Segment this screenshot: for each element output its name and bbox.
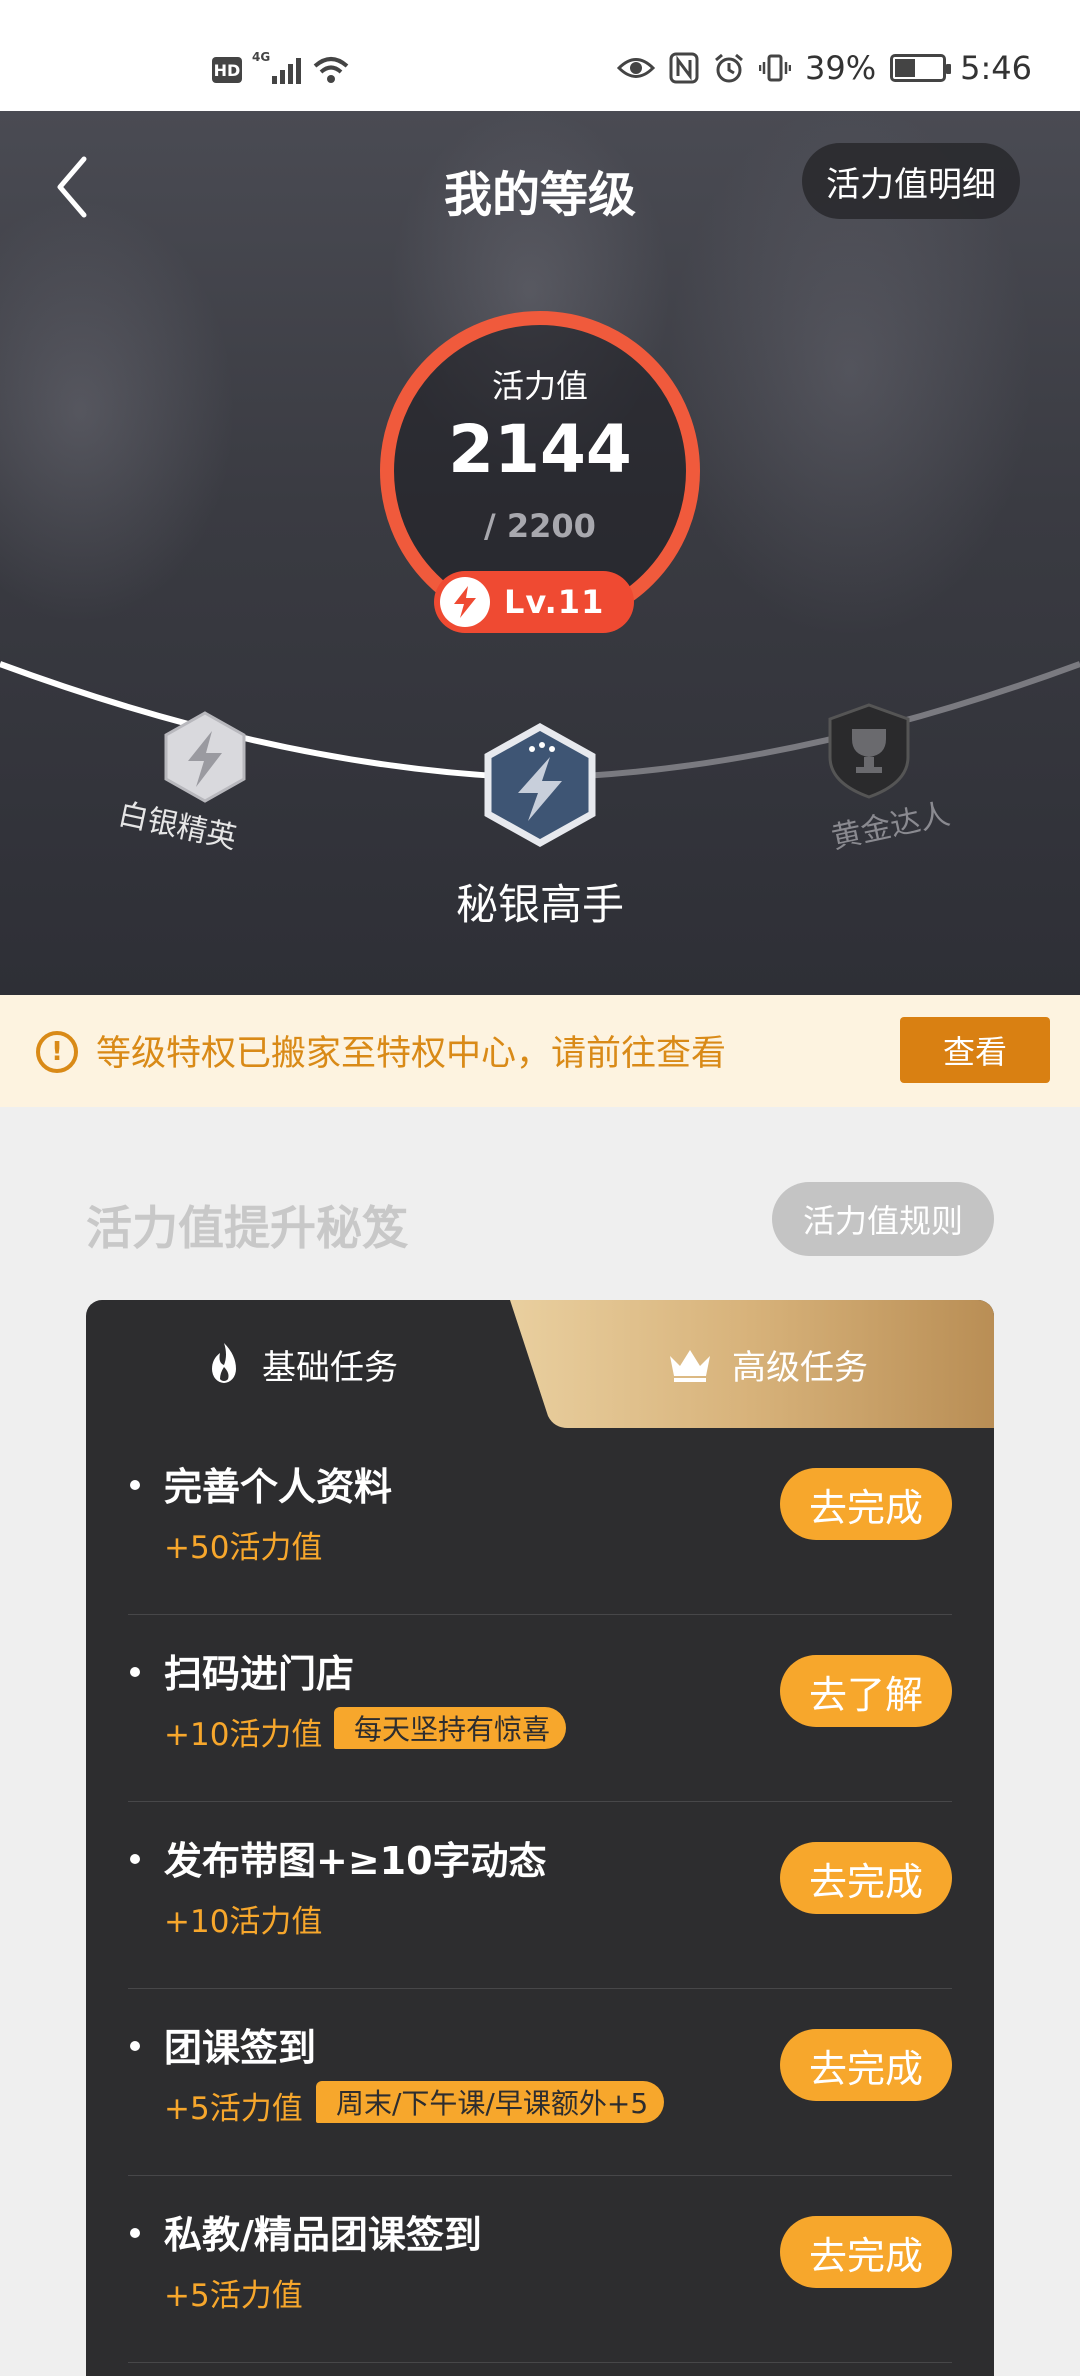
privilege-notice: ! 等级特权已搬家至特权中心，请前往查看 查看 <box>0 995 1080 1107</box>
task-title: 团课签到 <box>164 2026 317 2070</box>
tab-basic-tasks[interactable]: 基础任务 <box>204 1300 398 1428</box>
bullet <box>130 1667 140 1677</box>
cellular-signal-icon: 4G <box>252 50 301 84</box>
bullet <box>130 1854 140 1864</box>
bullet <box>130 2228 140 2238</box>
task-reward: +5活力值 <box>164 2091 303 2127</box>
task-reward: +10活力值 <box>164 1904 323 1940</box>
task-reward: +5活力值 <box>164 2278 303 2314</box>
vitality-detail-button[interactable]: 活力值明细 <box>802 143 1020 219</box>
task-panel: 基础任务 高级任务 完善个人资料 +50活力值 去完成 扫码进门店 +10活力值… <box>86 1300 994 2376</box>
clock: 5:46 <box>960 49 1032 87</box>
bullet <box>130 2041 140 2051</box>
task-list: 完善个人资料 +50活力值 去完成 扫码进门店 +10活力值 每天坚持有惊喜 去… <box>128 1428 952 2363</box>
bullet <box>130 1480 140 1490</box>
level-badge: Lv.11 <box>434 571 634 633</box>
task-bonus-tag: 每天坚持有惊喜 <box>334 1707 567 1749</box>
battery-level <box>895 59 915 77</box>
silver-elite-badge-icon <box>164 711 246 803</box>
view-button[interactable]: 查看 <box>900 1017 1050 1083</box>
vitality-value: 2144 <box>448 411 632 488</box>
tab-advanced-label: 高级任务 <box>732 1347 868 1388</box>
vitality-ring: 活力值 2144 / 2200 Lv.11 <box>380 311 700 633</box>
task-reward: +10活力值 <box>164 1717 323 1753</box>
warning-icon: ! <box>36 1031 78 1073</box>
battery-percent: 39% <box>805 49 877 87</box>
task-item: 扫码进门店 +10活力值 每天坚持有惊喜 去了解 <box>128 1615 952 1802</box>
task-title: 完善个人资料 <box>164 1465 393 1509</box>
task-action-button[interactable]: 去完成 <box>780 2029 952 2101</box>
nfc-icon <box>669 52 699 84</box>
vitality-label: 活力值 <box>491 367 588 405</box>
task-item: 完善个人资料 +50活力值 去完成 <box>128 1428 952 1615</box>
flame-icon <box>212 1343 236 1383</box>
crown-icon <box>670 1350 710 1382</box>
task-action-button[interactable]: 去了解 <box>780 1655 952 1727</box>
gold-master-badge-icon <box>828 703 910 799</box>
task-item: 发布带图+≥10字动态 +10活力值 去完成 <box>128 1802 952 1989</box>
battery-icon <box>890 54 952 82</box>
vitality-max: / 2200 <box>484 507 596 545</box>
status-left: HD 4G <box>212 50 351 90</box>
task-title: 扫码进门店 <box>164 1652 355 1696</box>
lightning-icon <box>440 577 490 627</box>
mithril-master-badge-icon <box>484 723 596 847</box>
vibrate-icon <box>759 54 792 82</box>
section-title: 活力值提升秘笈 <box>86 1201 408 1255</box>
alarm-icon <box>715 53 743 83</box>
eye-icon <box>617 58 656 78</box>
tab-advanced-tasks[interactable]: 高级任务 <box>666 1300 868 1428</box>
task-title: 私教/精品团课签到 <box>164 2213 482 2257</box>
level-text: Lv.11 <box>504 583 605 621</box>
task-item: 私教/精品团课签到 +5活力值 去完成 <box>128 2176 952 2363</box>
vitality-rules-button[interactable]: 活力值规则 <box>772 1182 994 1256</box>
hd-icon: HD <box>212 57 242 83</box>
level-hero: 我的等级 活力值明细 活力值 2144 / 2200 Lv.11 白银精英 秘银… <box>0 111 1080 995</box>
status-bar: HD 4G 39% 5:46 <box>0 0 1080 111</box>
task-bonus-tag: 周末/下午课/早课额外+5 <box>316 2081 665 2123</box>
level-name-current: 秘银高手 <box>455 880 624 929</box>
task-action-button[interactable]: 去完成 <box>780 1468 952 1540</box>
notice-text: 等级特权已搬家至特权中心，请前往查看 <box>96 1034 727 1074</box>
task-action-button[interactable]: 去完成 <box>780 2216 952 2288</box>
task-reward: +50活力值 <box>164 1530 323 1566</box>
network-type: 4G <box>252 50 271 64</box>
task-action-button[interactable]: 去完成 <box>780 1842 952 1914</box>
status-right: 39% 5:46 <box>617 48 1032 88</box>
tab-basic-label: 基础任务 <box>262 1347 398 1388</box>
task-title: 发布带图+≥10字动态 <box>164 1839 547 1883</box>
task-item: 团课签到 +5活力值 周末/下午课/早课额外+5 去完成 <box>128 1989 952 2176</box>
wifi-icon <box>313 57 349 83</box>
